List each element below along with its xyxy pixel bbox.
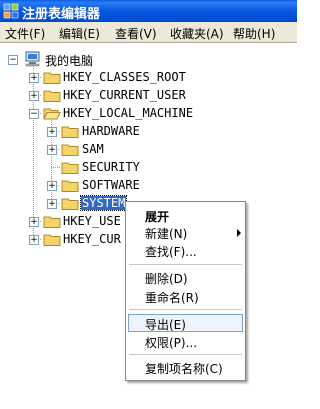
expand-icon[interactable]: + <box>47 127 57 137</box>
folder-icon <box>43 234 61 246</box>
tree-item-hklm[interactable]: − HKEY_LOCAL_MACHINE <box>0 105 240 123</box>
folder-icon <box>43 216 61 228</box>
tree-item-label: HKEY_CURRENT_USER <box>63 88 186 102</box>
expand-icon[interactable]: + <box>47 145 57 155</box>
tree-root-row[interactable]: − 我的电脑 <box>0 51 200 69</box>
tree-item-label: SOFTWARE <box>82 178 140 192</box>
tree-item-label: SECURITY <box>82 160 140 174</box>
tree-item-sam[interactable]: + SAM <box>0 141 200 159</box>
folder-open-icon <box>43 108 61 120</box>
menu-separator <box>129 354 242 355</box>
expand-icon[interactable]: + <box>29 73 39 83</box>
ctx-find[interactable]: 查找(F)... <box>145 243 197 260</box>
folder-icon <box>43 90 61 102</box>
tree-item-label: HKEY_LOCAL_MACHINE <box>63 106 194 120</box>
window-title: 注册表编辑器 <box>22 7 101 22</box>
ctx-export[interactable]: 导出(E) <box>145 316 186 333</box>
tree-item-hkcr[interactable]: + HKEY_CLASSES_ROOT <box>0 69 240 87</box>
expand-icon[interactable]: + <box>29 235 39 245</box>
tree-item-label: HKEY_CLASSES_ROOT <box>63 70 186 84</box>
menu-separator <box>129 309 242 310</box>
tree-root-label: 我的电脑 <box>45 54 94 68</box>
tree-item-hkcu[interactable]: + HKEY_CURRENT_USER <box>0 87 240 105</box>
tree-item-hku[interactable]: + HKEY_USE <box>0 213 130 231</box>
tree-line <box>51 167 60 168</box>
tree-item-label-selected: SYSTEM <box>79 195 128 211</box>
ctx-permissions[interactable]: 权限(P)... <box>145 334 197 351</box>
ctx-new[interactable]: 新建(N) <box>145 225 187 242</box>
menu-favorites[interactable]: 收藏夹(A) <box>170 25 224 42</box>
tree-item-label: HKEY_USE <box>63 214 121 228</box>
menu-help[interactable]: 帮助(H) <box>233 25 275 42</box>
ctx-expand[interactable]: 展开 <box>145 208 169 225</box>
menu-separator <box>129 264 242 265</box>
folder-icon <box>61 180 79 192</box>
menu-edit[interactable]: 编辑(E) <box>59 25 100 42</box>
menu-bar: 文件(F) 编辑(E) 查看(V) 收藏夹(A) 帮助(H) <box>0 22 297 43</box>
folder-icon <box>43 72 61 84</box>
tree-item-label: HKEY_CUR <box>63 232 121 246</box>
submenu-arrow-icon <box>237 229 241 237</box>
ctx-delete[interactable]: 删除(D) <box>145 270 188 287</box>
folder-icon <box>61 144 79 156</box>
folder-icon <box>61 126 79 138</box>
menu-view[interactable]: 查看(V) <box>115 25 157 42</box>
tree-item-hardware[interactable]: + HARDWARE <box>0 123 200 141</box>
ctx-rename[interactable]: 重命名(R) <box>145 289 199 306</box>
ctx-copy-key-name[interactable]: 复制项名称(C) <box>145 360 223 377</box>
folder-icon <box>61 198 79 210</box>
context-menu: 展开 新建(N) 查找(F)... 删除(D) 重命名(R) 导出(E) 权限(… <box>125 201 246 381</box>
collapse-icon[interactable]: − <box>29 109 39 119</box>
tree-item-security[interactable]: SECURITY <box>0 159 200 177</box>
folder-icon <box>61 162 79 174</box>
tree-item-label: HARDWARE <box>82 124 140 138</box>
collapse-icon[interactable]: − <box>8 55 18 65</box>
tree-item-hkcc[interactable]: + HKEY_CUR <box>0 231 130 249</box>
expand-icon[interactable]: + <box>47 181 57 191</box>
expand-icon[interactable]: + <box>29 217 39 227</box>
tree-item-software[interactable]: + SOFTWARE <box>0 177 200 195</box>
expand-icon[interactable]: + <box>47 199 57 209</box>
registry-app-icon <box>3 3 19 19</box>
expand-icon[interactable]: + <box>29 91 39 101</box>
menu-file[interactable]: 文件(F) <box>5 25 45 42</box>
computer-icon <box>25 51 40 67</box>
title-bar: 注册表编辑器 <box>0 0 297 22</box>
tree-item-label: SAM <box>82 142 104 156</box>
